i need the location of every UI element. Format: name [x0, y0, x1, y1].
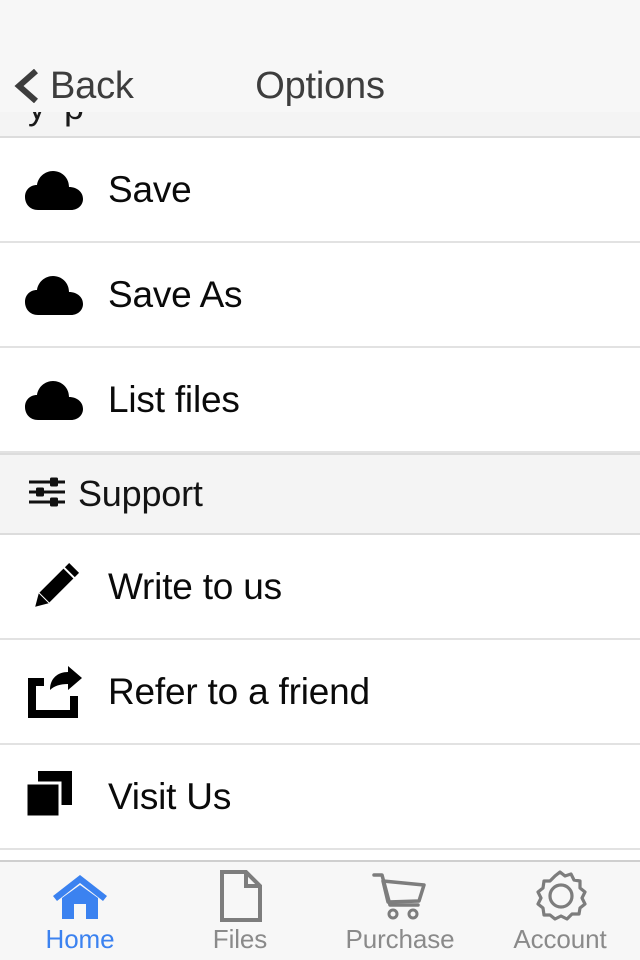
section-header-support: Support — [0, 453, 640, 535]
tab-label: Files — [212, 923, 268, 954]
navigation-bar: Back Options y p — [0, 0, 640, 138]
list-item-refer-to-a-friend[interactable]: Refer to a friend — [0, 640, 640, 745]
tab-label: Account — [513, 923, 607, 954]
tab-account[interactable]: Account — [480, 862, 640, 960]
tab-files[interactable]: Files — [160, 862, 320, 960]
cloud-icon — [24, 378, 108, 422]
list-item-label: Write to us — [108, 566, 282, 607]
bottom-tab-bar: Home Files Purchase Account — [0, 860, 640, 960]
file-icon — [218, 869, 262, 922]
options-list: Save Save As List files Support Write to… — [0, 138, 640, 860]
pencil-icon — [24, 556, 108, 618]
list-item-visit-us[interactable]: Visit Us — [0, 745, 640, 850]
list-item-write-to-us[interactable]: Write to us — [0, 535, 640, 640]
share-icon — [24, 665, 108, 718]
cloud-icon — [24, 273, 108, 317]
sliders-icon — [28, 476, 78, 513]
cloud-icon — [24, 168, 108, 212]
tab-label: Purchase — [345, 923, 455, 954]
list-item-label: Save — [108, 169, 192, 210]
home-icon — [51, 871, 109, 921]
tab-purchase[interactable]: Purchase — [320, 862, 480, 960]
list-item-save[interactable]: Save — [0, 138, 640, 243]
list-item-save-as[interactable]: Save As — [0, 243, 640, 348]
tab-home[interactable]: Home — [0, 862, 160, 960]
section-header-label: Support — [78, 473, 203, 514]
sliver-glyph-right: p — [64, 112, 84, 128]
options-screen: Back Options y p Save — [0, 0, 640, 960]
list-item-label: Refer to a friend — [108, 671, 370, 712]
list-item-label: Save As — [108, 274, 243, 315]
tab-label: Home — [45, 923, 115, 954]
sliver-glyph-left: y — [28, 112, 46, 128]
page-title: Options — [255, 64, 385, 107]
list-item-list-files[interactable]: List files — [0, 348, 640, 453]
cart-icon — [372, 871, 428, 921]
copy-icon — [24, 769, 108, 825]
scrolled-section-sliver: y p — [0, 112, 640, 138]
list-item-label: Visit Us — [108, 776, 232, 817]
list-item-label: List files — [108, 379, 240, 420]
scrolled-section-sliver-content: y p — [0, 112, 640, 136]
gear-icon — [533, 869, 587, 921]
